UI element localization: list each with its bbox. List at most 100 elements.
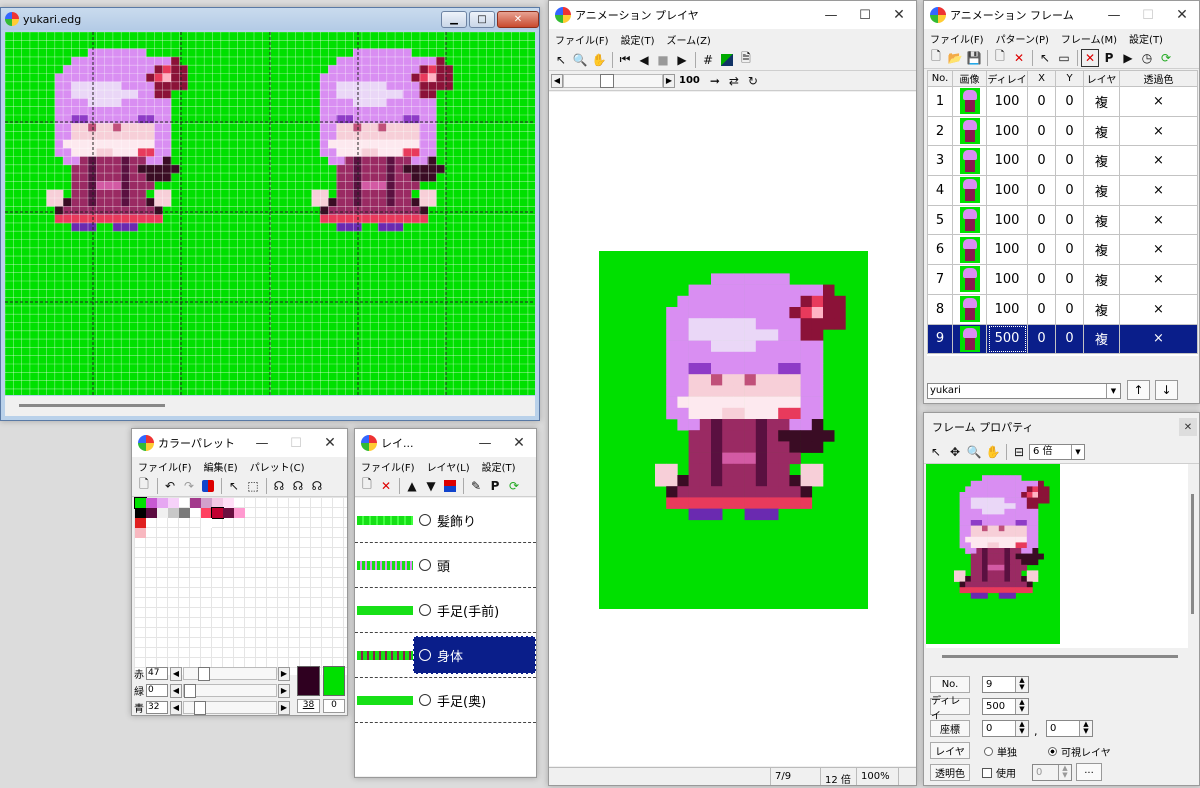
zoom-icon[interactable]: 🔍 [965,443,983,461]
stop-icon[interactable]: ■ [654,51,672,69]
maximize-button[interactable]: □ [469,10,495,28]
scrollbar-thumb[interactable] [19,404,165,407]
frame-image[interactable] [952,175,987,206]
palette-titlebar[interactable]: カラーパレット — ☐ ✕ [132,429,347,457]
delete-frame-icon[interactable]: ✕ [1010,49,1028,67]
minimize-button[interactable]: — [1097,4,1131,26]
new-layer-icon[interactable]: 🗋 [358,477,376,495]
frame-row[interactable]: 7 100 0 0 複 × [927,264,1198,295]
palette-swatch[interactable] [234,508,245,518]
redo-icon[interactable]: ↷ [180,477,198,495]
background-color-icon[interactable] [718,51,736,69]
spin-icon[interactable]: ▲ ▼ [1079,721,1092,736]
frame-row[interactable]: 2 100 0 0 複 × [927,115,1198,147]
frame-delay[interactable]: 500 [986,323,1028,355]
col-delay[interactable]: ディレイ [986,70,1028,87]
palette-swatch[interactable] [201,518,212,528]
frame-preview-image[interactable] [926,464,1060,644]
menu-file[interactable]: ファイル(F) [132,459,198,474]
minimize-button[interactable]: — [245,432,279,454]
zoom-icon[interactable]: 🔍 [571,51,589,69]
frame-transparent[interactable]: × [1119,234,1198,266]
add-frame-icon[interactable]: 🗋 [991,49,1009,67]
scroll-thumb[interactable] [1191,494,1194,614]
fit-icon[interactable]: ⊟ [1010,443,1028,461]
close-button[interactable]: ✕ [882,4,916,26]
clear-icon[interactable]: ✕ [1081,48,1099,67]
frame-delay[interactable]: 100 [986,115,1028,147]
frame-layer[interactable]: 複 [1083,264,1120,295]
delete-layer-icon[interactable]: ✕ [377,477,395,495]
horizontal-scrollbar[interactable] [5,396,535,416]
frame-image[interactable] [952,293,987,325]
layer-visibility-radio[interactable] [419,514,431,526]
move-up-button[interactable]: ↑ [1127,380,1150,400]
chevron-down-icon[interactable]: ▼ [1106,384,1120,398]
frame-layer[interactable]: 複 [1083,86,1120,117]
menu-zoom[interactable]: ズーム(Z) [660,32,716,47]
green-value[interactable]: 0 [146,684,168,697]
frame-image[interactable] [952,145,987,177]
palette-grid[interactable] [134,497,347,675]
frame-delay[interactable]: 100 [986,234,1028,266]
menu-palette[interactable]: パレット(C) [244,459,311,474]
play-preview-icon[interactable]: ▶ [1119,49,1137,67]
frame-layer[interactable]: 複 [1083,175,1120,206]
frame-y[interactable]: 0 [1055,86,1084,117]
spin-icon[interactable]: ▲ ▼ [1015,677,1028,692]
frame-layer[interactable]: 複 [1083,323,1120,355]
palette-swatch[interactable] [190,498,201,508]
layer-titlebar[interactable]: レイ... — ✕ [355,429,536,457]
frame-transparent[interactable]: × [1119,175,1198,206]
frame-transparent[interactable]: × [1119,293,1198,325]
col-x[interactable]: X [1027,70,1056,87]
frame-image[interactable] [952,234,987,266]
open-icon[interactable]: 📂 [946,49,964,67]
frame-delay[interactable]: 100 [986,86,1028,117]
layer-mode-single[interactable]: 単独 [984,744,1017,759]
props-titlebar[interactable]: フレーム プロパティ ✕ [924,413,1199,441]
move-icon[interactable]: ✥ [946,443,964,461]
frame-slider-thumb[interactable] [600,73,614,88]
layer-visibility-radio[interactable] [419,649,431,661]
layer-item[interactable]: 頭 [355,543,536,588]
maximize-button[interactable]: ☐ [848,4,882,26]
layer-color-icon[interactable] [441,477,459,495]
gradient-icon-3[interactable]: ☊ [308,477,326,495]
col-layer[interactable]: レイヤ [1083,70,1120,87]
spin-icon[interactable]: ▲ ▼ [1015,721,1028,736]
palette-swatch[interactable] [135,518,146,528]
palette-swatch[interactable] [134,497,147,509]
hand-icon[interactable]: ✋ [984,443,1002,461]
chevron-down-icon[interactable]: ▼ [1071,445,1084,459]
frame-x[interactable]: 0 [1027,86,1056,117]
delay-field[interactable]: 500 ▲ ▼ [982,698,1029,715]
palette-swatch[interactable] [157,508,168,518]
palette-swatch[interactable] [135,508,146,518]
green-inc-button[interactable]: ▶ [278,683,290,698]
frame-y[interactable]: 0 [1055,115,1084,147]
layer-item[interactable]: 手足(手前) [355,588,536,633]
palette-swatch[interactable] [211,507,224,519]
frames-titlebar[interactable]: アニメーション フレーム — ☐ ✕ [924,1,1199,29]
frame-layer[interactable]: 複 [1083,145,1120,177]
frame-x[interactable]: 0 [1027,204,1056,236]
menu-file[interactable]: ファイル(F) [549,32,615,47]
frame-x[interactable]: 0 [1027,323,1056,355]
layer-visibility-radio[interactable] [419,604,431,616]
radio-checked[interactable] [1048,747,1057,756]
select-rect-icon[interactable]: ⬚ [244,477,262,495]
palette-swatch[interactable] [146,498,157,508]
blue-slider[interactable] [183,701,277,715]
col-y[interactable]: Y [1055,70,1084,87]
checkbox-icon[interactable] [982,767,992,778]
clock-icon[interactable]: ◷ [1138,49,1156,67]
forward-icon[interactable]: ➞ [706,72,724,90]
frame-delay[interactable]: 100 [986,145,1028,177]
refresh-icon[interactable]: ⟳ [505,477,523,495]
frame-image[interactable] [952,204,987,236]
frame-no[interactable]: 4 [927,175,953,206]
frame-image[interactable] [952,264,987,295]
props-preview[interactable] [926,464,1188,648]
pointer-icon[interactable]: ↖ [552,51,570,69]
